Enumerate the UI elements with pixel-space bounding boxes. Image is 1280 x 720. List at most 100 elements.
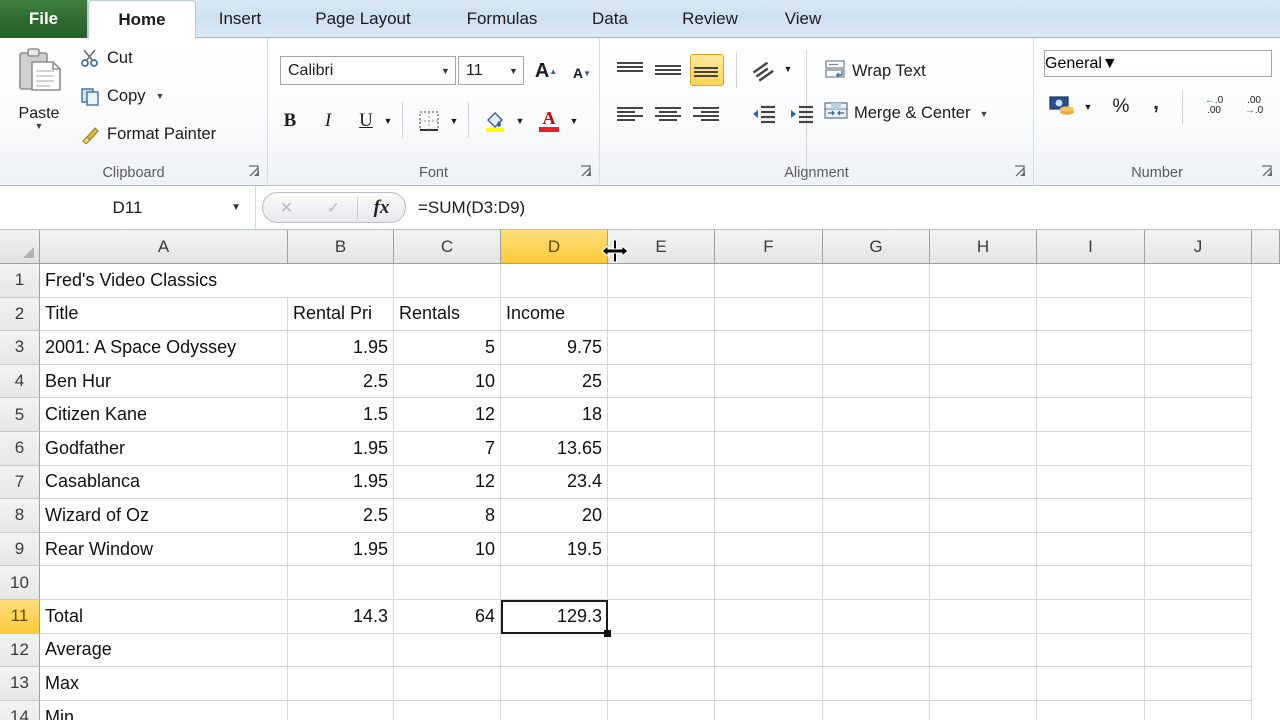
cell-A11[interactable]: Total (40, 600, 288, 634)
column-header-J[interactable]: J (1145, 230, 1252, 264)
cell-J8[interactable] (1145, 499, 1252, 533)
ribbon-tab-formulas[interactable]: Formulas (442, 0, 562, 38)
cell-B11[interactable]: 14.3 (288, 600, 394, 634)
cell-C5[interactable]: 12 (394, 398, 501, 432)
cell-E3[interactable] (608, 331, 715, 365)
cell-H6[interactable] (930, 432, 1037, 466)
cell-J3[interactable] (1145, 331, 1252, 365)
cell-F1[interactable] (715, 264, 823, 298)
paste-button[interactable]: Paste ▼ (8, 46, 70, 151)
number-dialog-launcher[interactable] (1261, 165, 1274, 178)
cell-D10[interactable] (501, 566, 608, 600)
cell-E1[interactable] (608, 264, 715, 298)
cell-H1[interactable] (930, 264, 1037, 298)
row-header-11[interactable]: 11 (0, 600, 40, 634)
insert-function-icon[interactable]: fx (358, 193, 405, 222)
row-header-1[interactable]: 1 (0, 264, 40, 298)
copy-button[interactable]: Copy ▼ (80, 86, 164, 106)
enter-formula-button[interactable]: ✓ (310, 193, 357, 222)
cell-B4[interactable]: 2.5 (288, 365, 394, 399)
cell-F13[interactable] (715, 667, 823, 701)
cell-A7[interactable]: Casablanca (40, 466, 288, 500)
align-left-button[interactable] (614, 100, 646, 130)
top-align-button[interactable] (614, 56, 646, 84)
cell-A2[interactable]: Title (40, 298, 288, 332)
cell-I5[interactable] (1037, 398, 1145, 432)
column-header-partial[interactable] (1252, 230, 1280, 264)
column-header-F[interactable]: F (715, 230, 823, 264)
cancel-formula-button[interactable]: ✕ (263, 193, 310, 222)
cell-C14[interactable] (394, 701, 501, 720)
row-header-8[interactable]: 8 (0, 499, 40, 533)
cell-C11[interactable]: 64 (394, 600, 501, 634)
cell-H14[interactable] (930, 701, 1037, 720)
cell-J10[interactable] (1145, 566, 1252, 600)
font-color-chevron-down-icon[interactable]: ▼ (566, 110, 582, 132)
column-header-A[interactable]: A (40, 230, 288, 264)
align-right-button[interactable] (690, 100, 722, 130)
cell-A9[interactable]: Rear Window (40, 533, 288, 567)
cell-B9[interactable]: 1.95 (288, 533, 394, 567)
cell-D12[interactable] (501, 634, 608, 668)
column-header-H[interactable]: H (930, 230, 1037, 264)
cell-D14[interactable] (501, 701, 608, 720)
percent-style-button[interactable]: % (1106, 92, 1136, 122)
cell-C3[interactable]: 5 (394, 331, 501, 365)
column-header-D[interactable]: D (501, 230, 608, 264)
cell-C13[interactable] (394, 667, 501, 701)
underline-chevron-down-icon[interactable]: ▼ (380, 110, 396, 132)
formula-input[interactable]: =SUM(D3:D9) (418, 186, 525, 229)
cell-A6[interactable]: Godfather (40, 432, 288, 466)
cell-F6[interactable] (715, 432, 823, 466)
cell-H7[interactable] (930, 466, 1037, 500)
cell-D8[interactable]: 20 (501, 499, 608, 533)
cell-F8[interactable] (715, 499, 823, 533)
cell-J14[interactable] (1145, 701, 1252, 720)
copy-chevron-down-icon[interactable]: ▼ (156, 91, 165, 101)
cell-E9[interactable] (608, 533, 715, 567)
cell-F9[interactable] (715, 533, 823, 567)
cell-G13[interactable] (823, 667, 930, 701)
format-painter-button[interactable]: Format Painter (80, 124, 216, 144)
align-center-button[interactable] (652, 100, 684, 130)
cell-H5[interactable] (930, 398, 1037, 432)
cell-H8[interactable] (930, 499, 1037, 533)
ribbon-tab-data[interactable]: Data (562, 0, 658, 38)
cell-B1[interactable] (288, 264, 394, 298)
fill-handle[interactable] (604, 630, 611, 637)
font-family-chevron-down-icon[interactable]: ▼ (436, 57, 455, 84)
cell-I4[interactable] (1037, 365, 1145, 399)
cell-A10[interactable] (40, 566, 288, 600)
cell-G6[interactable] (823, 432, 930, 466)
cell-E7[interactable] (608, 466, 715, 500)
cell-D4[interactable]: 25 (501, 365, 608, 399)
cell-E4[interactable] (608, 365, 715, 399)
cell-G14[interactable] (823, 701, 930, 720)
cell-A13[interactable]: Max (40, 667, 288, 701)
accounting-format-button[interactable] (1046, 92, 1078, 122)
cut-button[interactable]: Cut (80, 48, 133, 68)
cell-A8[interactable]: Wizard of Oz (40, 499, 288, 533)
merge-center-chevron-down-icon[interactable]: ▼ (979, 109, 988, 119)
middle-align-button[interactable] (652, 56, 684, 84)
bottom-align-button[interactable] (690, 54, 724, 86)
borders-button[interactable] (414, 106, 444, 136)
cell-F12[interactable] (715, 634, 823, 668)
cell-D9[interactable]: 19.5 (501, 533, 608, 567)
select-all-button[interactable] (0, 230, 40, 264)
cell-I9[interactable] (1037, 533, 1145, 567)
ribbon-tab-insert[interactable]: Insert (196, 0, 284, 38)
ribbon-tab-page-layout[interactable]: Page Layout (284, 0, 442, 38)
font-dialog-launcher[interactable] (580, 165, 593, 178)
orientation-chevron-down-icon[interactable]: ▼ (780, 58, 796, 80)
cell-A4[interactable]: Ben Hur (40, 365, 288, 399)
cell-C8[interactable]: 8 (394, 499, 501, 533)
cell-G4[interactable] (823, 365, 930, 399)
cell-H2[interactable] (930, 298, 1037, 332)
cell-G11[interactable] (823, 600, 930, 634)
name-box-chevron-down-icon[interactable]: ▼ (231, 202, 241, 213)
cell-B3[interactable]: 1.95 (288, 331, 394, 365)
cell-I3[interactable] (1037, 331, 1145, 365)
cell-J9[interactable] (1145, 533, 1252, 567)
alignment-dialog-launcher[interactable] (1014, 165, 1027, 178)
